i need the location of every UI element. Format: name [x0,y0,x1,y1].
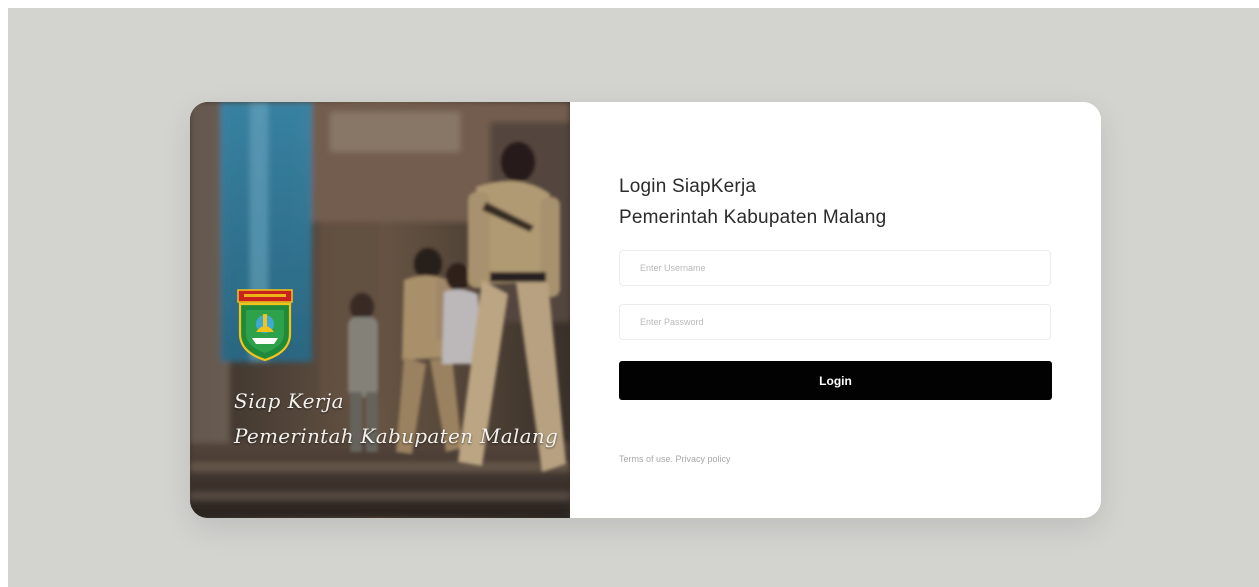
login-subtitle: Pemerintah Kabupaten Malang [619,207,887,228]
kabupaten-malang-crest-icon [237,289,293,362]
page-background: Siap Kerja Pemerintah Kabupaten Malang L… [8,8,1259,587]
login-button[interactable]: Login [619,361,1052,400]
password-input[interactable] [619,304,1051,340]
login-form-panel: Login SiapKerja Pemerintah Kabupaten Mal… [570,102,1101,518]
legal-links: Terms of use. Privacy policy [619,454,731,464]
brand-script-subtitle: Pemerintah Kabupaten Malang [234,424,559,448]
login-card: Siap Kerja Pemerintah Kabupaten Malang L… [190,102,1101,518]
login-title: Login SiapKerja [619,176,757,197]
privacy-policy-link[interactable]: Privacy policy [676,454,731,464]
terms-of-use-link[interactable]: Terms of use. [619,454,673,464]
username-input[interactable] [619,250,1051,286]
hero-photo: Siap Kerja Pemerintah Kabupaten Malang [190,102,570,518]
brand-script-title: Siap Kerja [234,389,345,413]
